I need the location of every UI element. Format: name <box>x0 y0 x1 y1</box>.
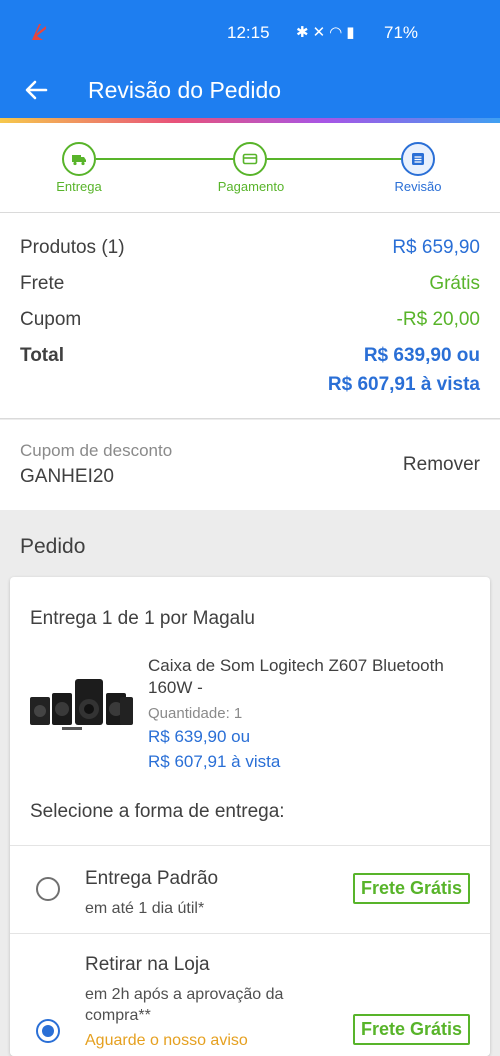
radio-retirar-na-loja[interactable] <box>36 1019 60 1043</box>
option-title: Retirar na Loja <box>85 954 210 975</box>
order-summary: Produtos (1) R$ 659,90 Frete Grátis Cupo… <box>0 213 500 419</box>
option-warning: Aguarde o nosso aviso <box>85 1032 248 1049</box>
summary-value: -R$ 20,00 <box>396 309 480 330</box>
option-subtitle: em até 1 dia útil* <box>85 900 205 917</box>
step-label-pagamento: Pagamento <box>217 179 285 194</box>
battery-level: 71% <box>384 23 419 42</box>
quantity-label: Quantidade: <box>148 705 230 722</box>
coupon-code: GANHEI20 <box>20 466 114 487</box>
product-name[interactable]: Caixa de Som Logitech Z607 Bluetooth 160… <box>148 655 478 699</box>
truck-icon <box>72 155 86 166</box>
step-label-entrega: Entrega <box>56 179 102 194</box>
app-notification-icon <box>32 24 46 40</box>
summary-label: Cupom <box>20 309 82 330</box>
delivery-option-retirar[interactable]: Retirar na Loja em 2h após a aprovação d… <box>10 933 490 1056</box>
product-image <box>30 679 133 730</box>
shipment-title: Entrega 1 de 1 por Magalu <box>30 608 255 629</box>
status-bar: 12:15 ✱✕◠▮ 71% <box>0 0 500 64</box>
radio-entrega-padrao[interactable] <box>36 877 60 901</box>
step-revisao[interactable] <box>401 142 435 176</box>
free-shipping-badge: Frete Grátis <box>352 873 470 904</box>
summary-label: Frete <box>20 273 65 294</box>
delivery-method-title: Selecione a forma de entrega: <box>30 801 285 822</box>
step-pagamento[interactable] <box>233 142 267 176</box>
summary-label: Produtos (1) <box>20 237 125 258</box>
option-title: Entrega Padrão <box>85 868 219 889</box>
step-connector <box>267 158 403 160</box>
free-shipping-badge: Frete Grátis <box>352 1014 470 1045</box>
option-subtitle: em 2h após a aprovação da <box>85 986 284 1003</box>
status-time: 12:15 <box>227 23 270 42</box>
app-bar: Revisão do Pedido <box>0 64 500 118</box>
list-icon <box>412 153 424 165</box>
system-icons: ✱✕◠▮ <box>296 23 359 41</box>
coupon-section: Cupom de desconto GANHEI20 Remover <box>0 420 500 510</box>
option-subtitle-cont: compra** <box>85 1007 151 1024</box>
checkout-stepper: Entrega Pagamento Revisão <box>0 123 500 213</box>
remove-coupon-button[interactable]: Remover <box>403 454 480 476</box>
mute-icon: ✕ <box>312 24 330 41</box>
arrow-left-icon[interactable] <box>22 76 50 104</box>
step-entrega[interactable] <box>62 142 96 176</box>
delivery-option-padrao[interactable]: Entrega Padrão em até 1 dia útil* Frete … <box>10 845 490 933</box>
order-card: Entrega 1 de 1 por Magalu Caixa de Som L… <box>10 577 490 1056</box>
page-title: Revisão do Pedido <box>88 77 282 103</box>
product-price-vista: R$ 607,91 à vista <box>148 752 281 771</box>
step-label-revisao: Revisão <box>394 179 442 194</box>
quantity-value: 1 <box>233 705 243 722</box>
order-section-title: Pedido <box>20 535 86 558</box>
card-icon <box>242 153 258 165</box>
product-quantity: Quantidade: 1 <box>148 705 242 722</box>
step-connector <box>96 158 235 160</box>
total-label: Total <box>20 345 64 366</box>
total-value: R$ 639,90 ou <box>363 345 480 366</box>
wifi-icon: ◠ <box>329 24 347 41</box>
bluetooth-icon: ✱ <box>296 24 313 41</box>
summary-value: R$ 659,90 <box>392 237 480 258</box>
signal-icon: ▮ <box>346 24 359 41</box>
coupon-label: Cupom de desconto <box>20 441 173 460</box>
product-price: R$ 639,90 ou <box>148 727 251 746</box>
summary-value: Grátis <box>429 273 480 294</box>
total-vista-value: R$ 607,91 à vista <box>327 374 480 395</box>
